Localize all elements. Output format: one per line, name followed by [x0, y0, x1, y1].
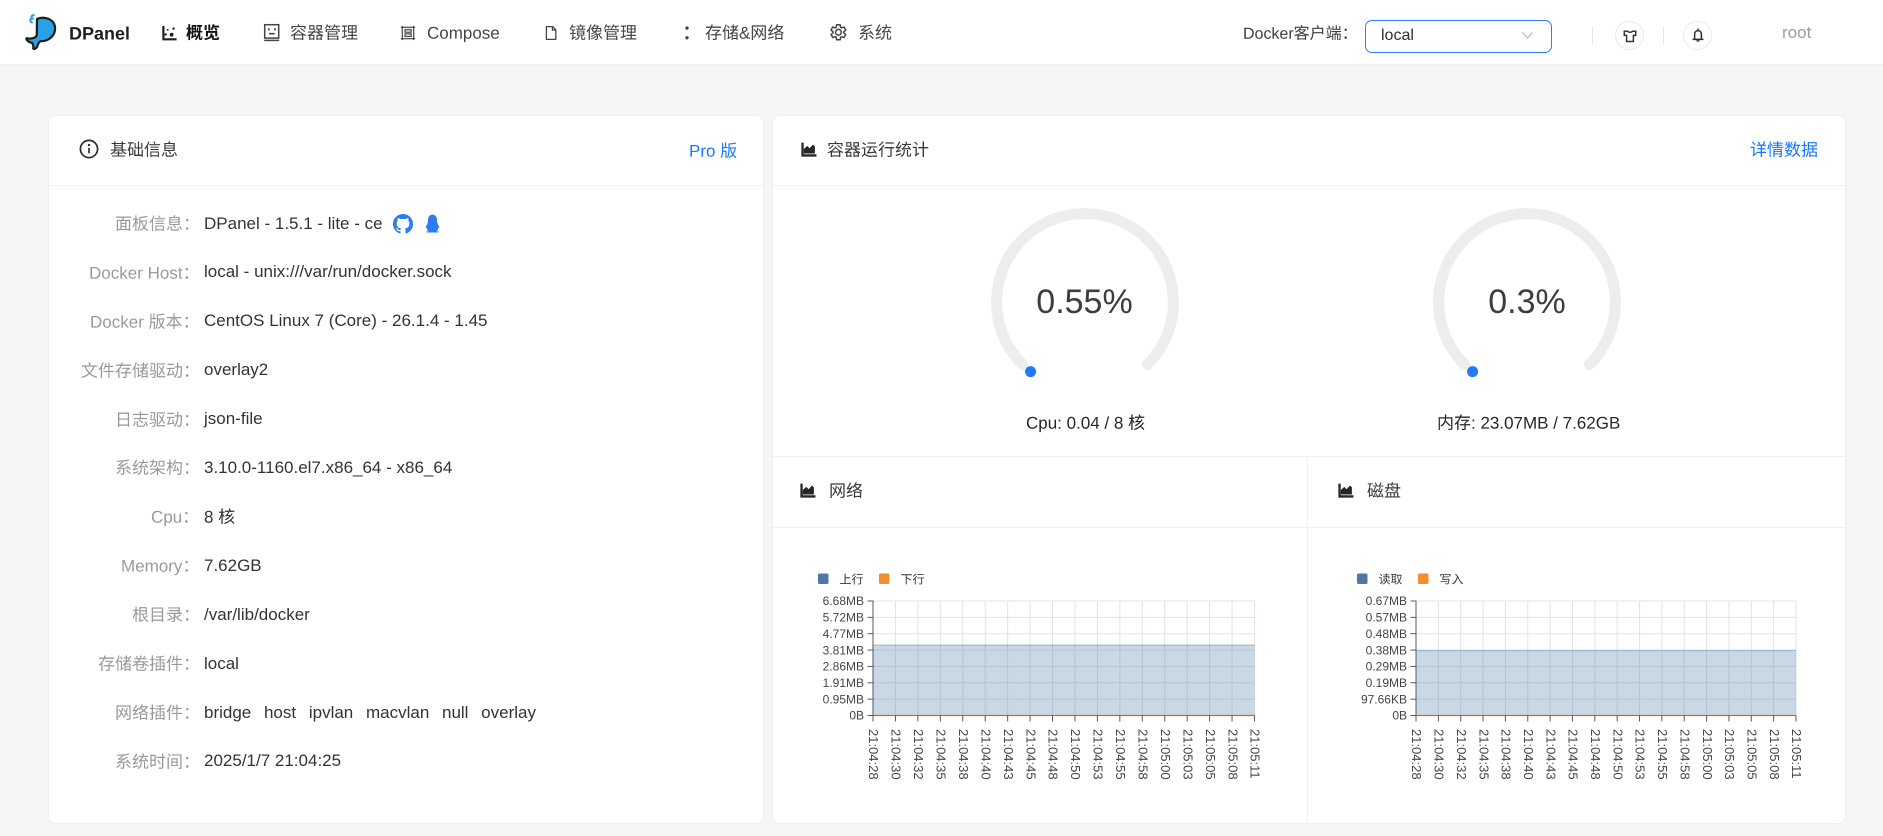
- svg-text:21:04:55: 21:04:55: [1655, 729, 1670, 780]
- svg-text:21:04:38: 21:04:38: [956, 729, 971, 780]
- svg-text:21:04:58: 21:04:58: [1135, 729, 1150, 780]
- svg-text:21:05:08: 21:05:08: [1767, 729, 1782, 780]
- svg-text:21:04:53: 21:04:53: [1633, 729, 1648, 780]
- svg-text:21:04:28: 21:04:28: [1409, 729, 1424, 780]
- svg-text:21:05:00: 21:05:00: [1700, 729, 1715, 780]
- svg-text:21:05:03: 21:05:03: [1180, 729, 1195, 780]
- svg-text:21:05:05: 21:05:05: [1203, 729, 1218, 780]
- svg-text:21:04:30: 21:04:30: [1432, 729, 1447, 780]
- svg-text:21:04:35: 21:04:35: [934, 729, 949, 780]
- svg-text:0.38MB: 0.38MB: [1366, 643, 1407, 657]
- svg-text:21:05:08: 21:05:08: [1225, 729, 1240, 780]
- svg-text:21:04:28: 21:04:28: [866, 729, 881, 780]
- svg-text:3.81MB: 3.81MB: [823, 643, 864, 657]
- svg-text:21:05:03: 21:05:03: [1722, 729, 1737, 780]
- svg-text:2.86MB: 2.86MB: [823, 660, 864, 674]
- svg-text:0.48MB: 0.48MB: [1366, 627, 1407, 641]
- svg-text:0.29MB: 0.29MB: [1366, 660, 1407, 674]
- svg-text:21:05:11: 21:05:11: [1789, 729, 1804, 779]
- svg-text:21:04:55: 21:04:55: [1113, 729, 1128, 780]
- svg-text:21:04:32: 21:04:32: [911, 729, 926, 780]
- svg-text:0.95MB: 0.95MB: [823, 692, 864, 706]
- svg-text:21:04:38: 21:04:38: [1499, 729, 1514, 780]
- svg-text:5.72MB: 5.72MB: [823, 611, 864, 625]
- svg-text:0B: 0B: [1392, 709, 1407, 723]
- svg-text:21:05:11: 21:05:11: [1248, 729, 1263, 779]
- svg-text:21:04:48: 21:04:48: [1046, 729, 1061, 780]
- svg-text:21:04:50: 21:04:50: [1068, 729, 1083, 780]
- svg-text:21:05:05: 21:05:05: [1744, 729, 1759, 780]
- svg-text:1.91MB: 1.91MB: [823, 676, 864, 690]
- svg-text:21:04:40: 21:04:40: [978, 729, 993, 780]
- svg-text:21:04:58: 21:04:58: [1677, 729, 1692, 780]
- svg-text:0.67MB: 0.67MB: [1366, 594, 1407, 608]
- svg-text:21:04:50: 21:04:50: [1610, 729, 1625, 780]
- svg-text:0B: 0B: [849, 709, 864, 723]
- svg-text:21:04:45: 21:04:45: [1566, 729, 1581, 780]
- svg-text:4.77MB: 4.77MB: [823, 627, 864, 641]
- svg-text:21:04:48: 21:04:48: [1588, 729, 1603, 780]
- svg-text:21:04:45: 21:04:45: [1023, 729, 1038, 780]
- svg-text:97.66KB: 97.66KB: [1361, 692, 1407, 706]
- svg-text:21:04:35: 21:04:35: [1476, 729, 1491, 780]
- svg-text:0.57MB: 0.57MB: [1366, 611, 1407, 625]
- svg-text:21:04:43: 21:04:43: [1543, 729, 1558, 780]
- svg-text:21:04:40: 21:04:40: [1521, 729, 1536, 780]
- svg-text:21:05:00: 21:05:00: [1158, 729, 1173, 780]
- svg-text:21:04:53: 21:04:53: [1091, 729, 1106, 780]
- svg-text:21:04:32: 21:04:32: [1454, 729, 1469, 780]
- svg-text:21:04:43: 21:04:43: [1001, 729, 1016, 780]
- svg-text:21:04:30: 21:04:30: [889, 729, 904, 780]
- svg-text:0.19MB: 0.19MB: [1366, 676, 1407, 690]
- svg-text:6.68MB: 6.68MB: [823, 594, 864, 608]
